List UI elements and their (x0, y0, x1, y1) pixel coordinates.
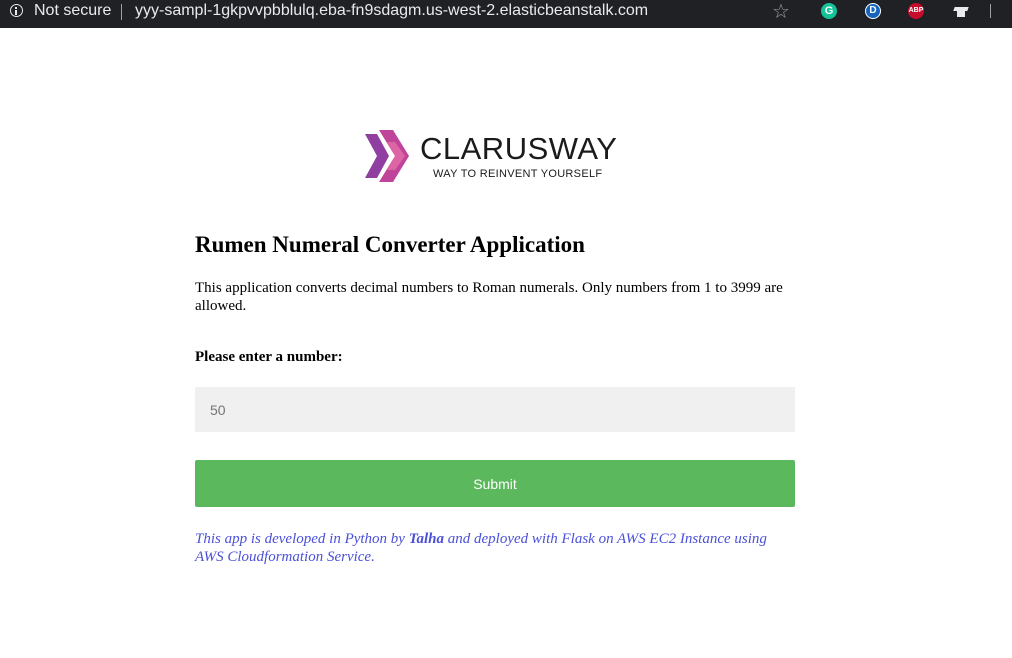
clarusway-logo: CLARUSWAY WAY TO REINVENT YOURSELF (365, 128, 630, 186)
d-extension-icon[interactable]: D (865, 3, 881, 19)
submit-button[interactable]: Submit (195, 460, 795, 507)
url-text[interactable]: yyy-sampl-1gkpvvpbblulq.eba-fn9sdagm.us-… (135, 2, 648, 20)
page-title: Rumen Numeral Converter Application (195, 232, 585, 257)
chevron-logo-icon (365, 130, 409, 182)
graduation-cap-icon[interactable] (953, 4, 969, 18)
app-description: This application converts decimal number… (195, 280, 783, 314)
logo-wordmark: CLARUSWAY (420, 131, 618, 166)
address-bar[interactable]: Not secure yyy-sampl-1gkpvvpbblulq.eba-f… (0, 0, 800, 24)
adblock-plus-icon[interactable]: ABP (908, 3, 924, 19)
browser-toolbar: Not secure yyy-sampl-1gkpvvpbblulq.eba-f… (0, 0, 1012, 28)
footer-author: Talha (408, 531, 445, 547)
bookmark-star-icon[interactable]: ☆ (772, 0, 790, 22)
address-divider (121, 4, 122, 20)
toolbar-divider (990, 4, 991, 18)
number-input[interactable] (195, 387, 795, 432)
grammarly-icon[interactable]: G (821, 3, 837, 19)
security-label[interactable]: Not secure (34, 2, 111, 20)
number-input-label: Please enter a number: (195, 349, 343, 365)
info-icon[interactable] (10, 4, 23, 17)
footer-note: This app is developed in Python by Talha… (195, 530, 795, 566)
footer-text-1: This app is developed in Python by (195, 531, 409, 547)
logo-tagline: WAY TO REINVENT YOURSELF (433, 168, 603, 180)
